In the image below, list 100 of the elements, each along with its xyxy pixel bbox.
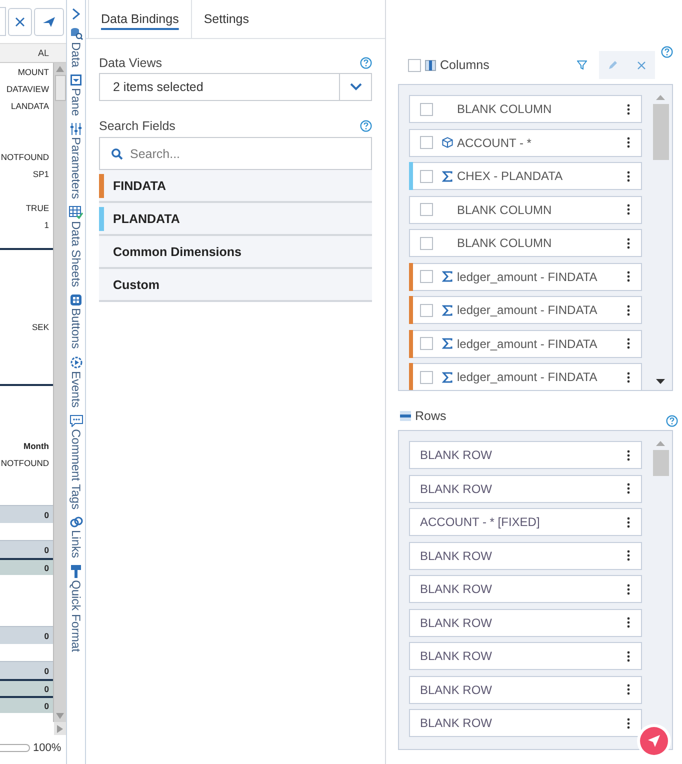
side-tab[interactable]: Pane [70, 74, 82, 116]
sigma-icon [442, 372, 453, 382]
row-item[interactable]: BLANK ROW [409, 441, 642, 469]
help-icon[interactable] [360, 56, 372, 68]
section-title: Rows [415, 409, 446, 423]
checkbox[interactable] [420, 136, 433, 149]
column-item[interactable]: BLANK COLUMN [409, 95, 642, 123]
side-tab[interactable]: Buttons [70, 294, 82, 350]
kebab-icon [627, 338, 630, 349]
row-item[interactable]: ACCOUNT - * [FIXED] [409, 508, 642, 536]
side-tab[interactable]: Events [70, 356, 82, 408]
kebab-icon [627, 684, 630, 695]
checkbox[interactable] [420, 170, 433, 182]
filter-icon[interactable] [577, 60, 587, 70]
column-item[interactable]: BLANK COLUMN [409, 196, 642, 224]
side-tab[interactable]: Quick Format [70, 565, 82, 652]
data-views-dropdown[interactable]: 2 items selected [99, 73, 372, 101]
side-tab[interactable]: Data [70, 27, 82, 68]
sigma-icon [442, 338, 453, 349]
kebab-icon [627, 372, 630, 382]
kebab-icon [627, 483, 630, 494]
chevron-down-icon [350, 83, 362, 91]
row-item[interactable]: BLANK ROW [409, 542, 642, 570]
table-cell: SEK [32, 322, 49, 332]
table-cell: 0 [44, 510, 49, 520]
column-item[interactable]: ledger_amount - FINDATA [409, 262, 642, 290]
column-item[interactable]: ledger_amount - FINDATA [409, 330, 642, 358]
column-item[interactable]: BLANK COLUMN [409, 229, 642, 257]
column-item[interactable]: CHEX - PLANDATA [409, 162, 642, 190]
item-label: ledger_amount - FINDATA [457, 336, 598, 350]
kebab-icon [627, 271, 630, 282]
checkbox[interactable] [420, 370, 433, 384]
scroll-right-icon[interactable] [54, 722, 66, 735]
kebab-icon [627, 204, 630, 215]
checkbox[interactable] [420, 304, 433, 316]
help-icon[interactable] [666, 415, 678, 427]
send-button[interactable] [34, 8, 64, 36]
help-icon[interactable] [661, 46, 673, 58]
comment-icon [70, 414, 82, 427]
table-cell: 0 [44, 700, 49, 710]
help-icon[interactable] [360, 120, 372, 132]
sigma-icon [442, 304, 453, 316]
table-cell: 0 [44, 684, 49, 694]
checkbox[interactable] [408, 58, 421, 72]
scroll-up-icon[interactable] [656, 441, 665, 446]
table-cell: 0 [44, 562, 49, 572]
sigma-icon [442, 271, 453, 282]
checkbox[interactable] [420, 270, 433, 283]
side-tab[interactable]: Parameters [70, 123, 82, 200]
close-icon[interactable] [636, 60, 646, 70]
kebab-icon [627, 718, 630, 728]
row-item[interactable]: BLANK ROW [409, 474, 642, 502]
kebab-icon [627, 104, 630, 114]
row-item[interactable]: BLANK ROW [409, 575, 642, 603]
side-tab[interactable]: Data Sheets [69, 206, 83, 288]
checkbox[interactable] [420, 102, 433, 116]
scroll-thumb[interactable] [652, 104, 668, 160]
item-label: ACCOUNT - * [457, 136, 532, 150]
table-cell: NOTFOUND [0, 458, 49, 468]
side-tab[interactable]: Links [70, 516, 82, 558]
table-cell: 0 [44, 630, 49, 640]
checkbox[interactable] [420, 203, 433, 216]
scroll-up-icon[interactable] [656, 95, 665, 100]
field-group[interactable]: Common Dimensions [99, 236, 372, 269]
item-label: BLANK ROW [420, 649, 494, 663]
scroll-down-icon[interactable] [656, 379, 665, 384]
columns-icon [425, 60, 436, 70]
row-item[interactable]: BLANK ROW [409, 642, 642, 670]
section-title: Columns [440, 58, 490, 72]
column-item[interactable]: ACCOUNT - * [409, 128, 642, 156]
search-field[interactable]: Search... [99, 137, 372, 170]
field-group[interactable]: FINDATA [99, 170, 372, 203]
row-item[interactable]: BLANK ROW [409, 676, 642, 704]
expand-icon[interactable] [72, 8, 80, 20]
scroll-up-icon[interactable] [56, 66, 64, 72]
side-tab[interactable]: Comment Tags [70, 414, 82, 510]
scroll-thumb[interactable] [54, 75, 66, 101]
zoom-level: 100% [33, 742, 62, 754]
tab[interactable]: Data Bindings [88, 0, 192, 38]
column-item[interactable]: ledger_amount - FINDATA [409, 363, 642, 390]
navigation-button[interactable] [640, 727, 668, 755]
close-button[interactable] [8, 8, 32, 36]
column-item[interactable]: ledger_amount - FINDATA [409, 296, 642, 324]
group-label: PLANDATA [112, 212, 180, 226]
kebab-icon [627, 304, 630, 316]
navigation-arrow-icon [648, 735, 660, 747]
database-search-icon [70, 27, 82, 40]
checkbox[interactable] [420, 236, 433, 250]
scrollbar[interactable] [53, 63, 66, 722]
kebab-icon [627, 650, 630, 662]
table-cell: MOUNT [18, 66, 49, 76]
group-label: Common Dimensions [112, 244, 242, 258]
row-item[interactable]: BLANK ROW [409, 709, 642, 737]
scroll-thumb[interactable] [652, 450, 668, 476]
sliders-icon [70, 123, 82, 136]
row-item[interactable]: BLANK ROW [409, 608, 642, 636]
field-group[interactable]: Custom [99, 269, 372, 302]
field-group[interactable]: PLANDATA [99, 203, 372, 236]
checkbox[interactable] [420, 337, 433, 350]
item-label: ledger_amount - FINDATA [457, 370, 598, 384]
